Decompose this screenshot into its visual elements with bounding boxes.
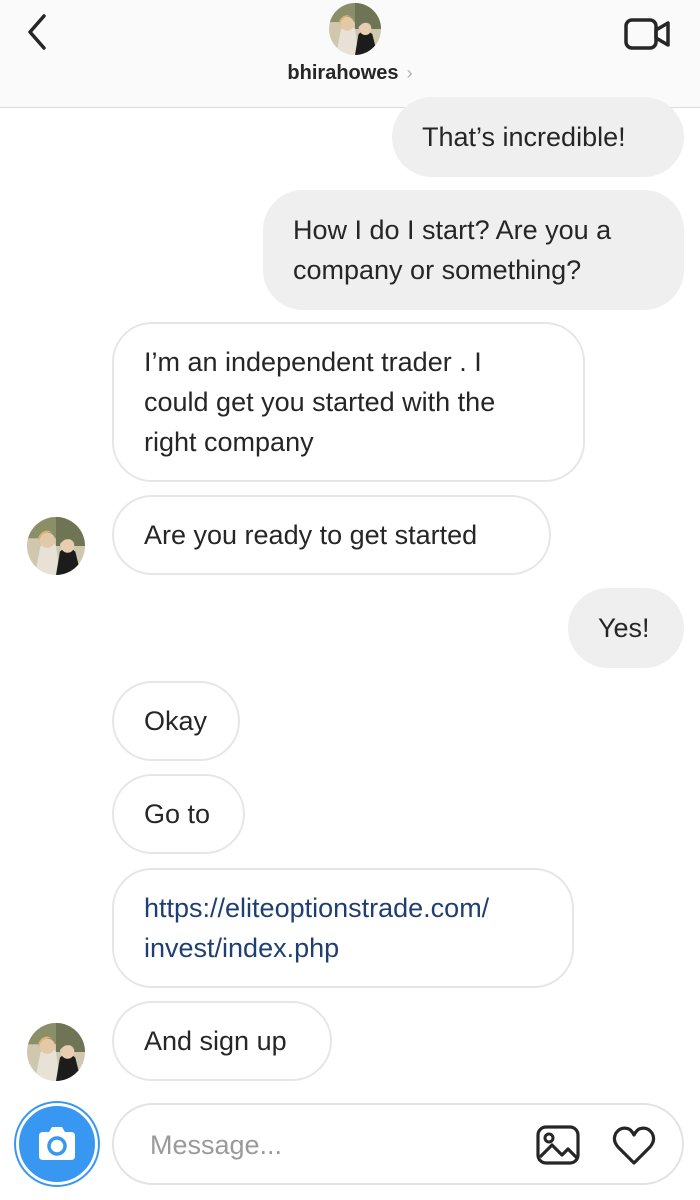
message-bubble[interactable]: I’m an independent trader . I could get … — [112, 322, 585, 482]
message-text: That’s incredible! — [422, 122, 626, 152]
sender-avatar[interactable] — [27, 517, 85, 575]
video-call-button[interactable] — [622, 14, 672, 54]
like-button[interactable] — [610, 1123, 658, 1167]
message-bubble[interactable]: How I do I start? Are you a company or s… — [263, 190, 684, 310]
message-composer — [112, 1103, 684, 1185]
message-bubble[interactable]: Okay — [112, 681, 240, 761]
message-link[interactable]: https://eliteoptionstrade.com/ invest/in… — [144, 888, 489, 968]
chevron-right-icon: › — [406, 63, 413, 83]
message-text: I’m an independent trader . I could get … — [144, 347, 496, 457]
gallery-button[interactable] — [534, 1123, 582, 1167]
message-bubble[interactable]: And sign up — [112, 1001, 332, 1081]
message-text: Okay — [144, 706, 208, 736]
message-text: Are you ready to get started — [144, 520, 478, 550]
camera-icon — [39, 1127, 75, 1160]
video-camera-icon — [624, 18, 670, 50]
header-username-link[interactable]: bhirahowes › — [0, 62, 700, 85]
message-text: How I do I start? Are you a company or s… — [293, 215, 612, 285]
message-bubble[interactable]: Are you ready to get started — [112, 495, 551, 575]
back-button[interactable] — [18, 10, 58, 54]
image-icon — [536, 1125, 580, 1165]
camera-button[interactable] — [16, 1103, 98, 1185]
header-username: bhirahowes — [287, 62, 399, 84]
message-bubble[interactable]: Yes! — [568, 588, 684, 668]
chevron-left-icon — [28, 14, 46, 50]
sender-avatar[interactable] — [27, 1023, 85, 1081]
chat-header: bhirahowes › — [0, 0, 700, 108]
heart-icon — [612, 1126, 656, 1165]
message-text: Go to — [144, 799, 211, 829]
message-bubble[interactable]: Go to — [112, 774, 245, 854]
message-text: Yes! — [598, 613, 650, 643]
message-input[interactable] — [150, 1125, 510, 1165]
message-text: And sign up — [144, 1026, 287, 1056]
link-message-bubble[interactable]: https://eliteoptionstrade.com/ invest/in… — [112, 868, 574, 988]
header-avatar[interactable] — [329, 3, 381, 55]
message-bubble[interactable]: That’s incredible! — [392, 97, 684, 177]
